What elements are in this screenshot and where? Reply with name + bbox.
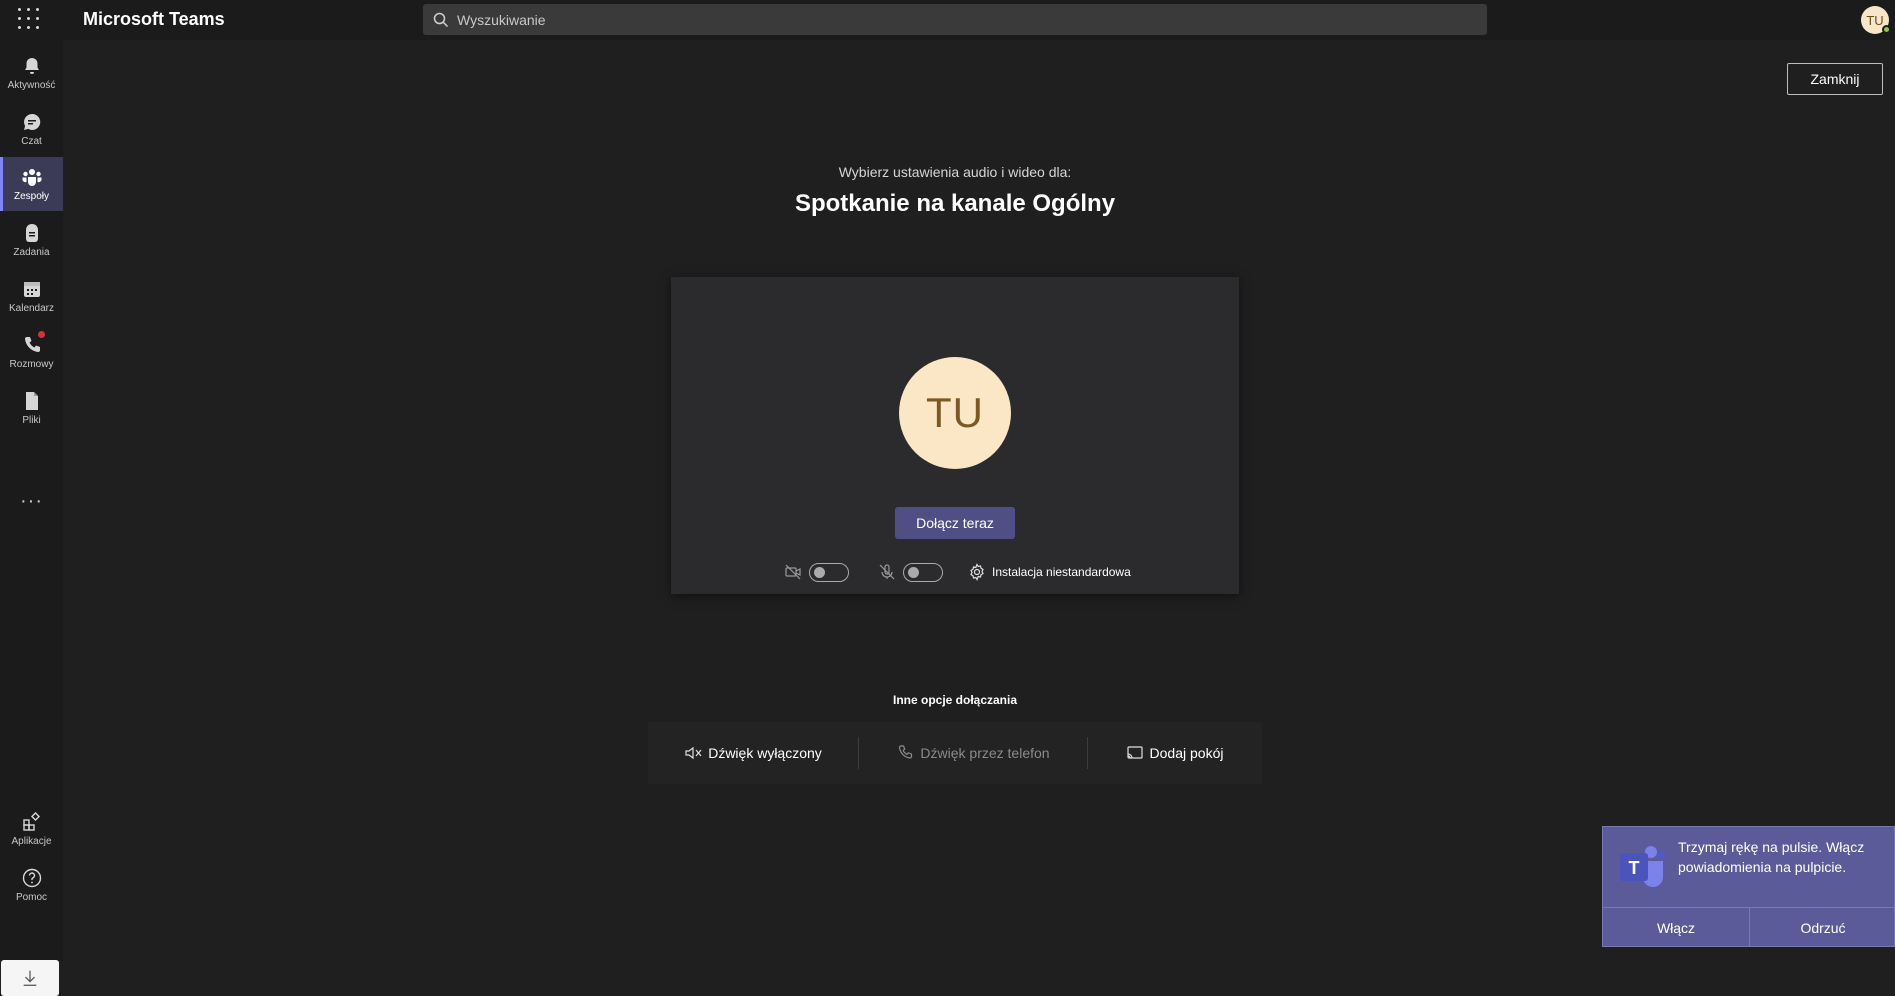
presence-indicator xyxy=(1882,25,1891,34)
bell-icon xyxy=(24,58,39,74)
search-input[interactable] xyxy=(457,11,1457,28)
rail-item-files[interactable]: Pliki xyxy=(0,381,63,435)
rail-item-activity[interactable]: Aktywność xyxy=(0,46,63,100)
rail-item-apps[interactable]: Aplikacje xyxy=(0,802,63,856)
rail-item-calls[interactable]: Rozmowy xyxy=(0,325,63,379)
user-initials: TU xyxy=(1866,12,1884,28)
option-label: Dodaj pokój xyxy=(1149,745,1224,761)
mic-off-icon xyxy=(879,564,895,580)
toast-message: Trzymaj rękę na pulsie. Włącz powiadomie… xyxy=(1678,839,1865,875)
rail-item-chat[interactable]: Czat xyxy=(0,102,63,156)
dismiss-button[interactable]: Odrzuć xyxy=(1750,908,1895,947)
other-join-options: Dźwięk wyłączony Dźwięk przez telefon Do… xyxy=(648,722,1262,784)
custom-setup-button[interactable]: Instalacja niestandardowa xyxy=(968,561,1131,583)
custom-setup-label: Instalacja niestandardowa xyxy=(992,565,1131,579)
add-room-option[interactable]: Dodaj pokój xyxy=(1088,722,1261,784)
teams-logo-icon: T xyxy=(1620,846,1665,887)
option-label: Dźwięk przez telefon xyxy=(920,745,1050,761)
apps-icon xyxy=(22,811,40,831)
join-now-button[interactable]: Dołącz teraz xyxy=(895,507,1015,539)
rail-item-label: Pliki xyxy=(22,415,41,426)
search-box[interactable] xyxy=(423,4,1487,35)
mic-toggle[interactable] xyxy=(903,563,943,582)
meeting-title: Spotkanie na kanale Ogólny xyxy=(794,190,1116,217)
help-icon xyxy=(22,868,41,888)
user-avatar[interactable]: TU xyxy=(1861,6,1891,34)
calendar-icon xyxy=(23,282,40,297)
rail-item-calendar[interactable]: Kalendarz xyxy=(0,269,63,323)
enable-notifications-button[interactable]: Włącz xyxy=(1603,908,1749,947)
app-launcher-icon[interactable] xyxy=(18,8,40,30)
rail-item-help[interactable]: Pomoc xyxy=(0,858,63,912)
file-icon xyxy=(25,392,38,410)
app-title: Microsoft Teams xyxy=(83,9,225,29)
rail-item-label: Kalendarz xyxy=(8,303,55,314)
top-bar: Microsoft Teams TU xyxy=(0,0,1895,40)
rail-item-label: Czat xyxy=(21,136,42,147)
phone-audio-option: Dźwięk przez telefon xyxy=(859,722,1087,784)
toggle-knob xyxy=(814,567,825,578)
camera-toggle[interactable] xyxy=(809,563,849,582)
speaker-off-icon xyxy=(685,746,702,760)
search-icon xyxy=(433,12,449,27)
preview-avatar: TU xyxy=(899,357,1011,469)
notification-toast: T Trzymaj rękę na pulsie. Włącz powiadom… xyxy=(1602,826,1895,947)
cast-icon xyxy=(1126,746,1143,759)
tasks-icon xyxy=(25,224,38,242)
download-icon xyxy=(23,970,37,986)
phone-icon xyxy=(899,745,913,759)
prejoin-subtitle: Wybierz ustawienia audio i wideo dla: xyxy=(838,164,1072,180)
other-options-title: Inne opcje dołączania xyxy=(892,693,1018,707)
rail-item-label: Aktywność xyxy=(7,80,56,91)
rail-item-label: Zadania xyxy=(13,247,50,258)
option-label: Dźwięk wyłączony xyxy=(708,745,822,761)
camera-off-icon xyxy=(785,564,801,580)
device-controls: Instalacja niestandardowa xyxy=(671,561,1239,583)
rail-item-tasks[interactable]: Zadania xyxy=(0,213,63,267)
more-apps-button[interactable]: ··· xyxy=(0,486,63,516)
gear-icon xyxy=(970,563,984,581)
rail-item-label: Pomoc xyxy=(15,892,48,903)
rail-item-label: Aplikacje xyxy=(11,836,52,847)
chat-icon xyxy=(23,113,40,130)
svg-text:T: T xyxy=(1629,858,1640,878)
notification-badge xyxy=(38,331,45,338)
toggle-knob xyxy=(908,567,919,578)
toast-actions: Włącz Odrzuć xyxy=(1603,907,1895,947)
video-preview: TU Dołącz teraz Instalacja niestandardow… xyxy=(671,277,1239,594)
audio-off-option[interactable]: Dźwięk wyłączony xyxy=(648,722,858,784)
rail-item-label: Rozmowy xyxy=(9,359,54,370)
close-button[interactable]: Zamknij xyxy=(1787,63,1883,95)
download-app-button[interactable] xyxy=(1,960,59,996)
